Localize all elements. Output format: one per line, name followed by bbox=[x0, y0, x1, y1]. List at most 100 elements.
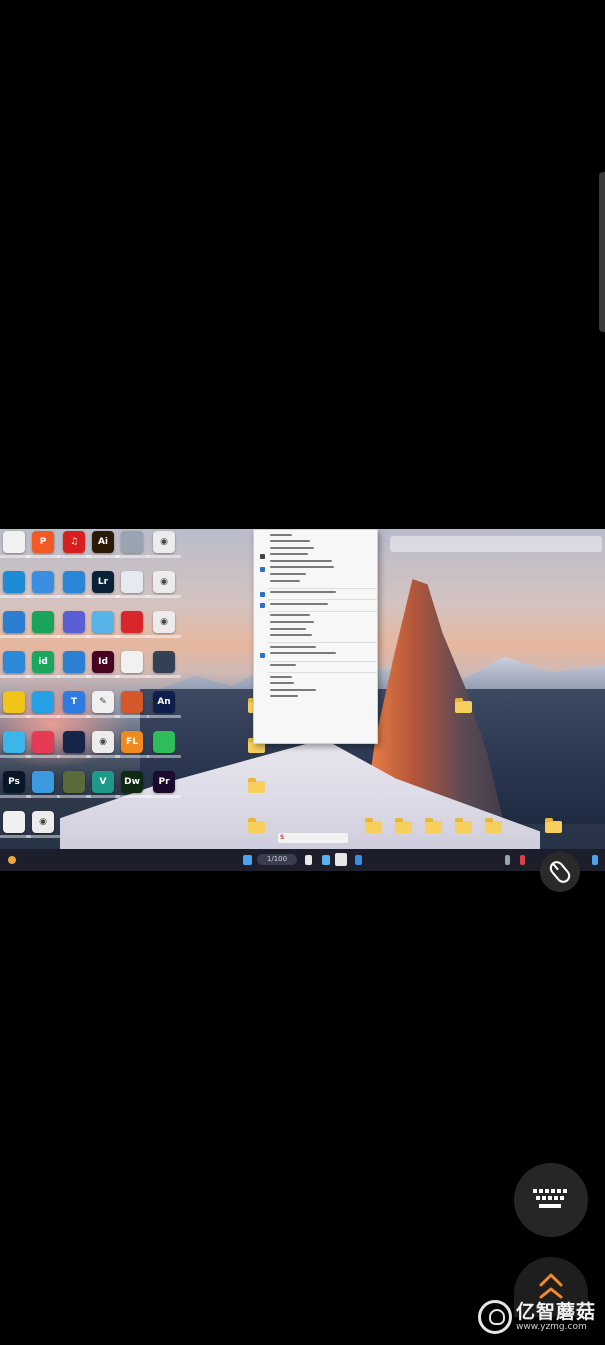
context-menu-item[interactable] bbox=[254, 573, 377, 580]
icon-glyph: T bbox=[70, 697, 78, 707]
lightroom-icon[interactable]: Lr bbox=[86, 571, 120, 598]
context-menu-item[interactable] bbox=[254, 621, 377, 628]
disc-icon[interactable]: ◉ bbox=[147, 571, 181, 598]
photos-icon[interactable] bbox=[57, 571, 91, 598]
folder-icon[interactable] bbox=[455, 818, 472, 833]
context-menu-item[interactable] bbox=[254, 664, 377, 671]
context-menu-item[interactable] bbox=[254, 695, 377, 702]
folder-blue-icon[interactable] bbox=[0, 731, 31, 758]
context-menu-item[interactable] bbox=[254, 675, 377, 682]
tray-icon[interactable] bbox=[520, 855, 525, 865]
fl-studio-icon[interactable]: FL bbox=[115, 731, 149, 758]
premiere-icon[interactable]: Pr bbox=[147, 771, 181, 798]
keyboard-icon bbox=[533, 1189, 567, 1208]
folder-window-icon[interactable] bbox=[115, 531, 149, 558]
indesign-icon[interactable]: Id bbox=[86, 651, 120, 678]
context-menu-item[interactable] bbox=[254, 566, 377, 573]
shortcut-icon[interactable] bbox=[0, 531, 31, 558]
file-icon[interactable] bbox=[115, 651, 149, 678]
blue-doc-icon[interactable] bbox=[57, 651, 91, 678]
icon-glyph: ♫ bbox=[69, 537, 79, 547]
edge-panel-handle[interactable] bbox=[599, 172, 605, 332]
media-icon[interactable] bbox=[26, 731, 60, 758]
folder-icon[interactable] bbox=[365, 818, 382, 833]
icon-glyph: ◉ bbox=[160, 577, 168, 587]
cloud-icon[interactable] bbox=[26, 771, 60, 798]
context-menu-item[interactable] bbox=[254, 602, 377, 609]
taskbar-search[interactable]: 1/100 bbox=[257, 854, 297, 865]
red-app-icon[interactable] bbox=[115, 611, 149, 638]
document-icon[interactable] bbox=[115, 571, 149, 598]
context-menu-item[interactable] bbox=[254, 591, 377, 598]
context-menu-item[interactable] bbox=[254, 614, 377, 621]
context-menu-item[interactable] bbox=[254, 627, 377, 634]
context-menu-item[interactable] bbox=[254, 553, 377, 560]
folder-icon[interactable] bbox=[545, 818, 562, 833]
context-menu-item[interactable] bbox=[254, 546, 377, 553]
vs-icon[interactable]: V bbox=[86, 771, 120, 798]
folder-icon[interactable] bbox=[248, 818, 265, 833]
context-menu-item[interactable] bbox=[254, 634, 377, 641]
chrome-icon[interactable] bbox=[26, 571, 60, 598]
disc-icon[interactable]: ◉ bbox=[86, 731, 120, 758]
ppt-icon[interactable] bbox=[115, 691, 149, 718]
steam-icon[interactable] bbox=[57, 731, 91, 758]
mushroom-logo-icon bbox=[478, 1300, 512, 1334]
browser-icon[interactable] bbox=[0, 651, 31, 678]
taskbar-active-app-icon[interactable] bbox=[335, 853, 347, 866]
disc-icon[interactable]: ◉ bbox=[147, 531, 181, 558]
wechat-work-icon[interactable] bbox=[26, 611, 60, 638]
qq-icon[interactable] bbox=[0, 691, 31, 718]
folder-icon[interactable] bbox=[395, 818, 412, 833]
menu-separator bbox=[268, 672, 377, 674]
folder-icon[interactable] bbox=[455, 698, 472, 713]
edge-icon[interactable] bbox=[0, 571, 31, 598]
dreamweaver-icon[interactable]: Dw bbox=[115, 771, 149, 798]
menu-item-label bbox=[270, 645, 316, 648]
folder-icon[interactable] bbox=[425, 818, 442, 833]
context-menu-item[interactable] bbox=[254, 579, 377, 586]
book-icon[interactable] bbox=[57, 771, 91, 798]
animate-icon[interactable]: An bbox=[147, 691, 181, 718]
terminal-icon[interactable] bbox=[147, 651, 181, 678]
icon-label bbox=[26, 755, 60, 758]
remote-desktop-view[interactable]: P ♫ Ai ◉ Lr ◉ ◉ id Id T ✎ An ◉ FL Ps V Dw Pr ◉ S 1/100 bbox=[0, 529, 605, 871]
folder-icon[interactable] bbox=[248, 778, 265, 793]
wechat-icon[interactable] bbox=[147, 731, 181, 758]
keyboard-button[interactable] bbox=[514, 1163, 588, 1237]
pen-icon[interactable]: ✎ bbox=[86, 691, 120, 718]
context-menu-item[interactable] bbox=[254, 559, 377, 566]
disc-icon[interactable]: ◉ bbox=[26, 811, 60, 838]
photoshop-icon[interactable]: Ps bbox=[0, 771, 31, 798]
taskbar-app-icon[interactable] bbox=[322, 855, 330, 865]
windows-start-icon[interactable] bbox=[243, 855, 252, 865]
start-orb-icon[interactable] bbox=[8, 856, 16, 864]
mouse-mode-button[interactable] bbox=[540, 852, 580, 892]
netease-music-icon[interactable]: ♫ bbox=[57, 531, 91, 558]
text-doc-icon[interactable] bbox=[0, 811, 31, 838]
folder-icon[interactable] bbox=[485, 818, 502, 833]
idea-icon[interactable]: id bbox=[26, 651, 60, 678]
folder-icon[interactable] bbox=[0, 611, 31, 638]
watermark-url: www.yzmg.com bbox=[516, 1322, 587, 1332]
icon-label bbox=[26, 595, 60, 598]
illustrator-icon[interactable]: Ai bbox=[86, 531, 120, 558]
context-menu-item[interactable] bbox=[254, 682, 377, 689]
context-menu-item[interactable] bbox=[254, 540, 377, 547]
pdf-app-icon[interactable]: P bbox=[26, 531, 60, 558]
sync-icon[interactable] bbox=[57, 611, 91, 638]
menu-item-icon bbox=[260, 553, 265, 559]
icon-label bbox=[115, 595, 149, 598]
task-view-icon[interactable] bbox=[305, 855, 312, 865]
context-menu-item[interactable] bbox=[254, 688, 377, 695]
network-icon[interactable] bbox=[86, 611, 120, 638]
tray-icon[interactable] bbox=[505, 855, 510, 865]
context-menu-item[interactable] bbox=[254, 533, 377, 540]
context-menu-item[interactable] bbox=[254, 645, 377, 652]
taskbar-app-icon[interactable] bbox=[355, 855, 362, 865]
teams-icon[interactable]: T bbox=[57, 691, 91, 718]
app-icon[interactable] bbox=[26, 691, 60, 718]
notification-icon[interactable] bbox=[592, 855, 598, 865]
disc-icon[interactable]: ◉ bbox=[147, 611, 181, 638]
context-menu-item[interactable] bbox=[254, 652, 377, 659]
